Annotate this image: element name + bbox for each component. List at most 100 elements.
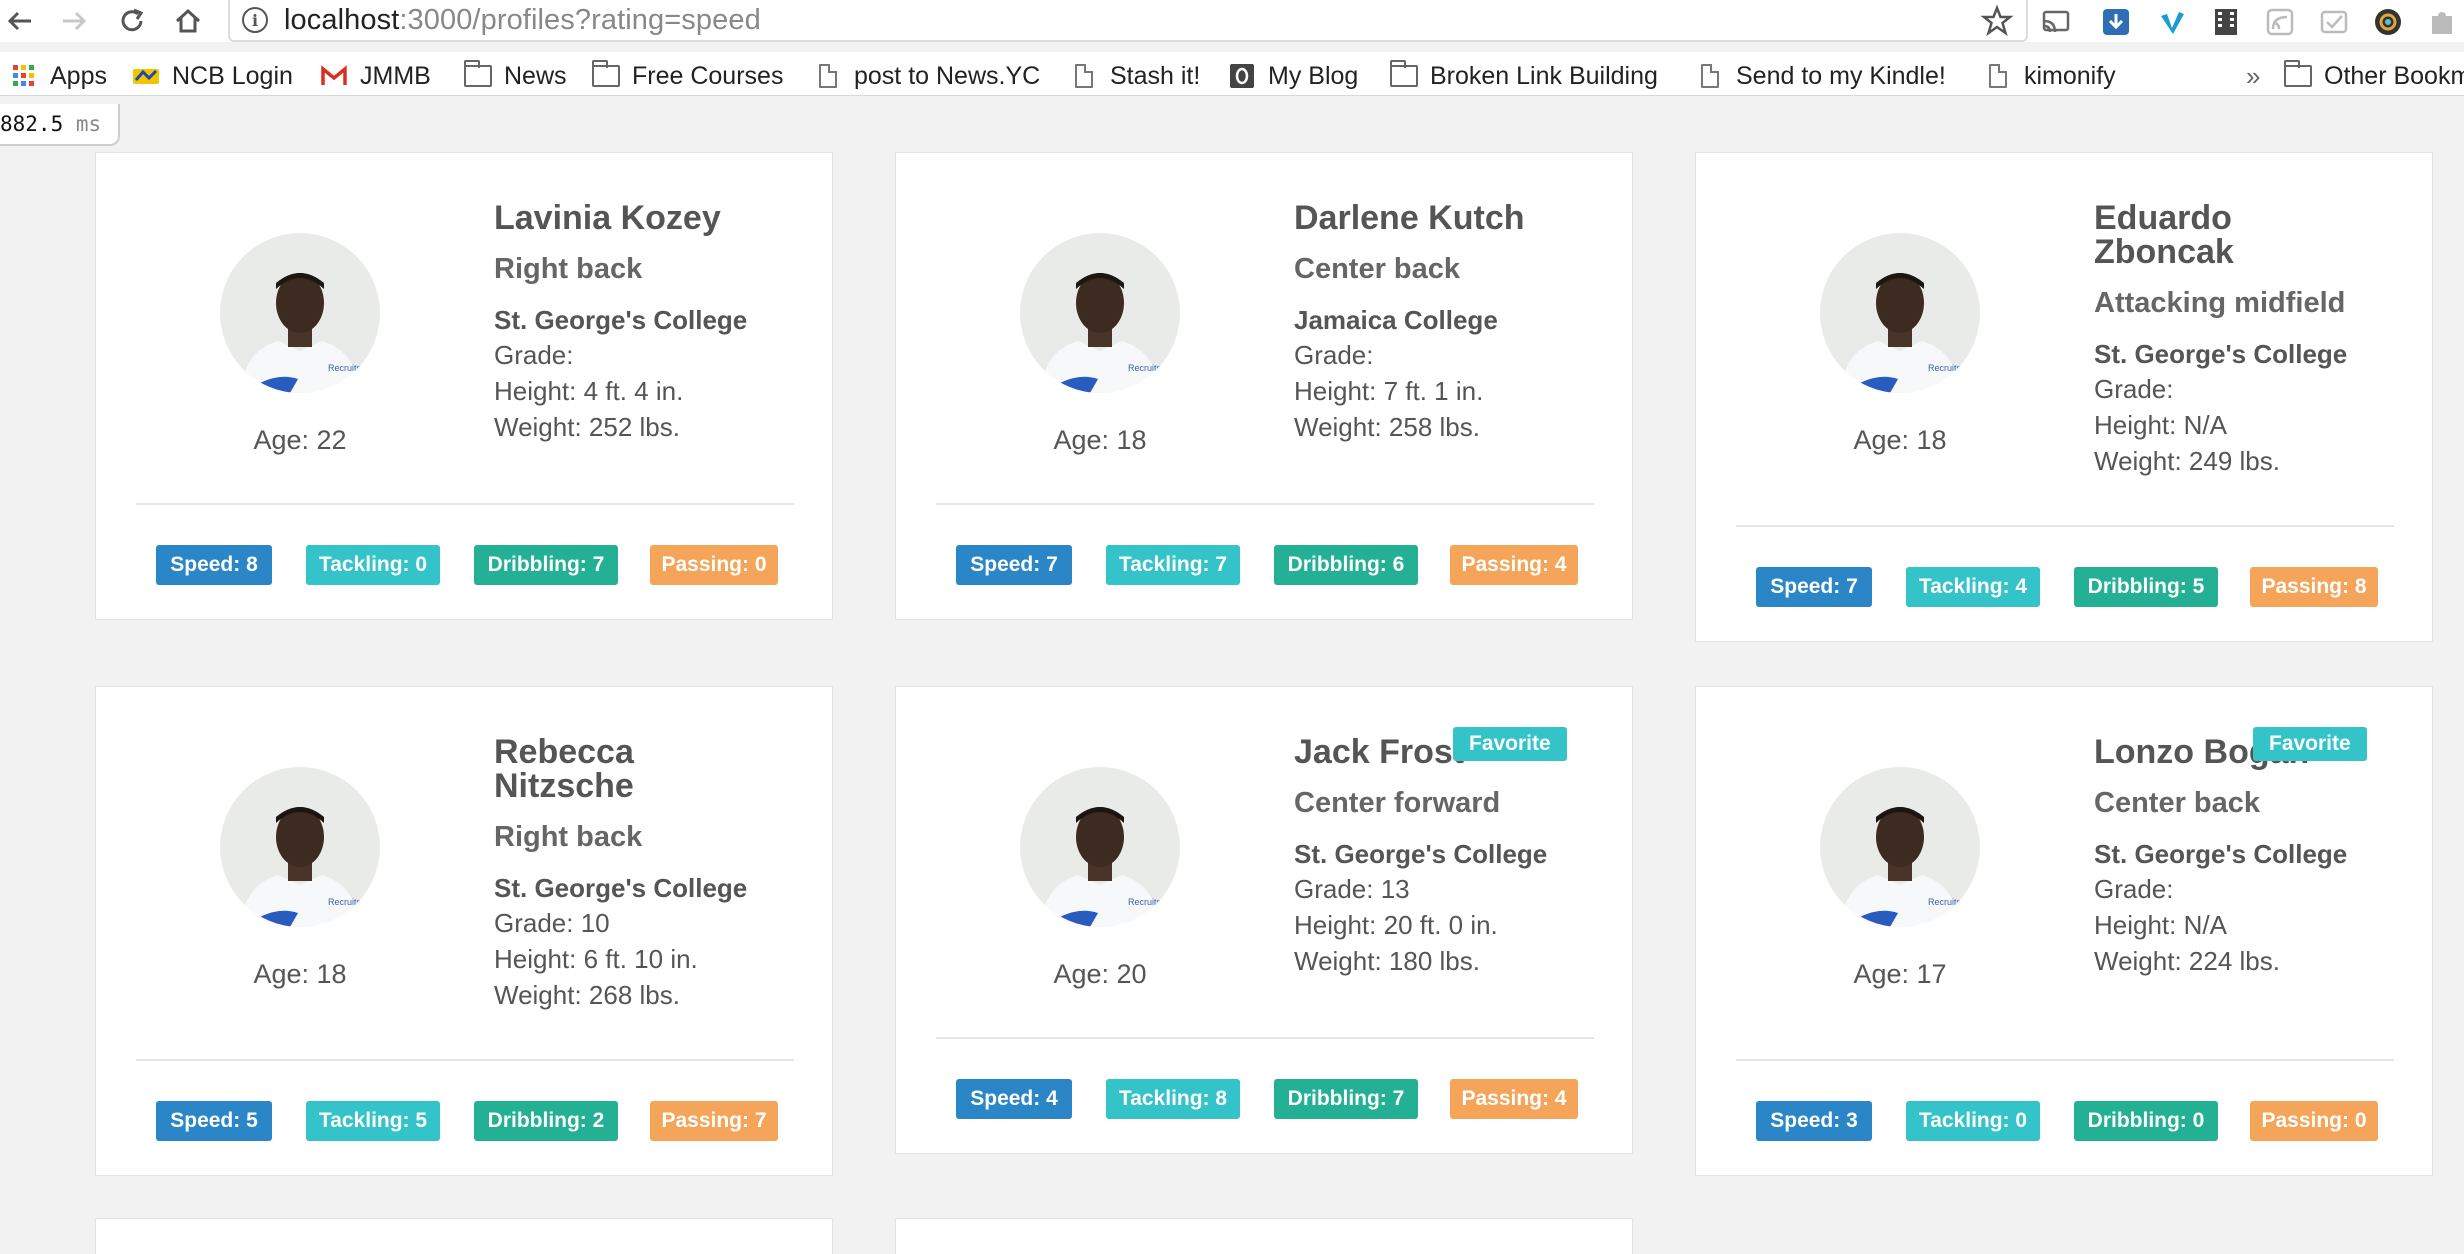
bookmark-free-courses[interactable]: Free Courses (591, 60, 784, 92)
download-extension-icon[interactable] (2100, 6, 2132, 38)
player-portrait-icon: Recruits (1020, 233, 1180, 393)
bookmarks-overflow-chevron[interactable]: » (2246, 60, 2260, 92)
card-divider (936, 503, 1594, 505)
ncb-icon (132, 63, 160, 89)
tackling-badge: Tackling: 8 (1106, 1079, 1240, 1119)
favorite-badge: Favorite (2253, 727, 2367, 761)
player-name[interactable]: Eduardo Zboncak (2094, 201, 2374, 269)
player-position: Right back (494, 821, 643, 853)
player-name[interactable]: Rebecca Nitzsche (494, 735, 774, 803)
bookmark-label: Broken Link Building (1430, 61, 1658, 90)
passing-badge: Passing: 7 (650, 1101, 778, 1141)
bookmarks-bar: Apps NCB Login JMMB News Free Courses po… (0, 52, 2464, 96)
bookmark-star-icon[interactable] (1980, 4, 2014, 38)
profile-card[interactable]: Recruits Age: 17 Lonzo Bogan Center back… (1695, 686, 2433, 1176)
player-name[interactable]: Darlene Kutch (1294, 201, 1574, 235)
bookmark-kimonify[interactable]: kimonify (1984, 60, 2116, 92)
player-height: Height: N/A (2094, 410, 2227, 440)
profile-card[interactable] (895, 1218, 1633, 1254)
player-portrait-icon: Recruits (1020, 767, 1180, 927)
speed-badge: Speed: 7 (956, 545, 1072, 585)
player-grade: Grade: 10 (494, 908, 610, 938)
profile-card[interactable]: Recruits Age: 18 Eduardo Zboncak Attacki… (1695, 152, 2433, 642)
player-info: Rebecca Nitzsche Right back St. George's… (494, 735, 774, 1013)
film-extension-icon[interactable] (2210, 6, 2242, 38)
player-height: Height: 6 ft. 10 in. (494, 944, 698, 974)
address-bar[interactable]: i localhost:3000/profiles?rating=speed (228, 0, 2028, 42)
reload-icon (121, 8, 144, 32)
bookmark-label: Free Courses (632, 61, 784, 90)
player-age: Age: 22 (253, 425, 347, 455)
bookmark-news[interactable]: News (463, 60, 567, 92)
svg-text:Recruits: Recruits (1128, 363, 1162, 373)
back-arrow-icon (7, 11, 31, 31)
bookmark-label: Apps (50, 61, 107, 90)
folder-icon (591, 60, 620, 89)
profile-card[interactable]: Recruits Age: 18 Darlene Kutch Center ba… (895, 152, 1633, 620)
profile-card[interactable]: Recruits Age: 22 Lavinia Kozey Right bac… (95, 152, 833, 620)
player-weight: Weight: 258 lbs. (1294, 412, 1480, 442)
bookmark-label: My Blog (1268, 61, 1359, 90)
card-divider (136, 1059, 794, 1061)
svg-text:Recruits: Recruits (328, 897, 362, 907)
vimeo-extension-icon[interactable] (2156, 6, 2188, 38)
card-divider (936, 1037, 1594, 1039)
profile-card[interactable]: Recruits Age: 20 Jack Frost Center forwa… (895, 686, 1633, 1154)
speed-badge: Speed: 7 (1756, 567, 1872, 607)
player-avatar: Recruits (220, 233, 380, 393)
profile-card[interactable]: Recruits Age: 18 Rebecca Nitzsche Right … (95, 686, 833, 1176)
player-weight: Weight: 268 lbs. (494, 980, 680, 1010)
svg-text:Recruits: Recruits (328, 363, 362, 373)
dribbling-badge: Dribbling: 5 (2074, 567, 2218, 607)
speed-badge: Speed: 3 (1756, 1101, 1872, 1141)
player-age: Age: 18 (1053, 425, 1147, 455)
bookmark-jmmb[interactable]: JMMB (320, 60, 431, 92)
timer-value: 882.5 (0, 112, 64, 136)
forward-button[interactable] (54, 0, 94, 42)
player-grade: Grade: (2094, 874, 2174, 904)
bookmark-my-blog[interactable]: My Blog (1228, 60, 1358, 92)
profile-card[interactable] (95, 1218, 833, 1254)
puzzle-extension-icon[interactable] (2426, 6, 2458, 38)
tackling-badge: Tackling: 5 (306, 1101, 440, 1141)
player-school: St. George's College (2094, 839, 2348, 869)
tackling-badge: Tackling: 0 (1906, 1101, 2040, 1141)
color-extension-icon[interactable] (2372, 6, 2404, 38)
bookmark-stash-it[interactable]: Stash it! (1070, 60, 1200, 92)
bookmark-broken-link-building[interactable]: Broken Link Building (1389, 60, 1658, 92)
bookmark-label: Other Bookm (2324, 61, 2464, 90)
dribbling-badge: Dribbling: 2 (474, 1101, 618, 1141)
bookmark-label: kimonify (2024, 61, 2116, 90)
player-grade: Grade: (1294, 340, 1374, 370)
bookmark-ncb-login[interactable]: NCB Login (132, 60, 293, 92)
folder-icon (1389, 60, 1418, 89)
url-host: localhost (284, 3, 400, 36)
speed-badge: Speed: 5 (156, 1101, 272, 1141)
bookmark-send-to-kindle[interactable]: Send to my Kindle! (1696, 60, 1946, 92)
player-portrait-icon: Recruits (1820, 233, 1980, 393)
svg-text:Recruits: Recruits (1928, 363, 1962, 373)
bookmark-post-to-newsyc[interactable]: post to News.YC (814, 60, 1040, 92)
check-extension-icon[interactable] (2318, 6, 2350, 38)
apps-grid-icon (10, 63, 38, 89)
player-age: Age: 18 (1853, 425, 1947, 455)
address-url[interactable]: localhost:3000/profiles?rating=speed (284, 4, 761, 37)
page-icon (814, 63, 842, 89)
folder-icon (2283, 60, 2312, 89)
player-position: Center back (2094, 787, 2261, 819)
back-button[interactable] (0, 0, 40, 42)
feed-extension-icon[interactable] (2264, 6, 2296, 38)
home-button[interactable] (168, 0, 208, 42)
reload-button[interactable] (112, 0, 152, 42)
player-height: Height: 4 ft. 4 in. (494, 376, 684, 406)
bookmark-label: JMMB (360, 61, 431, 90)
player-info: Lonzo Bogan Center back St. George's Col… (2094, 735, 2374, 979)
player-info: Lavinia Kozey Right back St. George's Co… (494, 201, 774, 445)
site-info-icon[interactable]: i (242, 7, 268, 33)
cast-icon[interactable] (2040, 6, 2072, 38)
tackling-badge: Tackling: 7 (1106, 545, 1240, 585)
player-name[interactable]: Lavinia Kozey (494, 201, 774, 235)
bookmark-apps[interactable]: Apps (10, 60, 107, 92)
bookmark-other-bookmarks[interactable]: Other Bookm (2283, 60, 2464, 92)
player-weight: Weight: 224 lbs. (2094, 946, 2280, 976)
